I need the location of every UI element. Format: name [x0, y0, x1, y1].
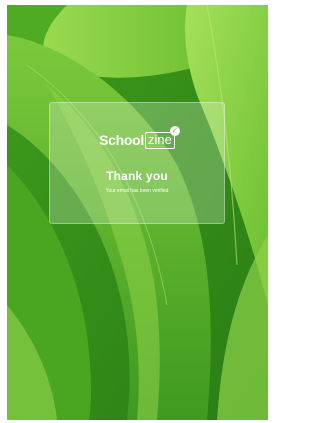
background-frame: School zine ✓ Thank you Your email has b… — [7, 5, 268, 420]
verification-message: Your email has been verified — [105, 188, 169, 194]
schoolzine-logo: School zine ✓ — [50, 125, 224, 151]
logo-text-zine-label: zine — [148, 131, 172, 147]
logo-text-zine: zine ✓ — [145, 125, 180, 149]
verification-card: School zine ✓ Thank you Your email has b… — [49, 102, 225, 224]
check-icon: ✓ — [169, 125, 180, 136]
page-title: Thank you — [106, 169, 168, 183]
logo-text-school: School — [99, 132, 144, 148]
